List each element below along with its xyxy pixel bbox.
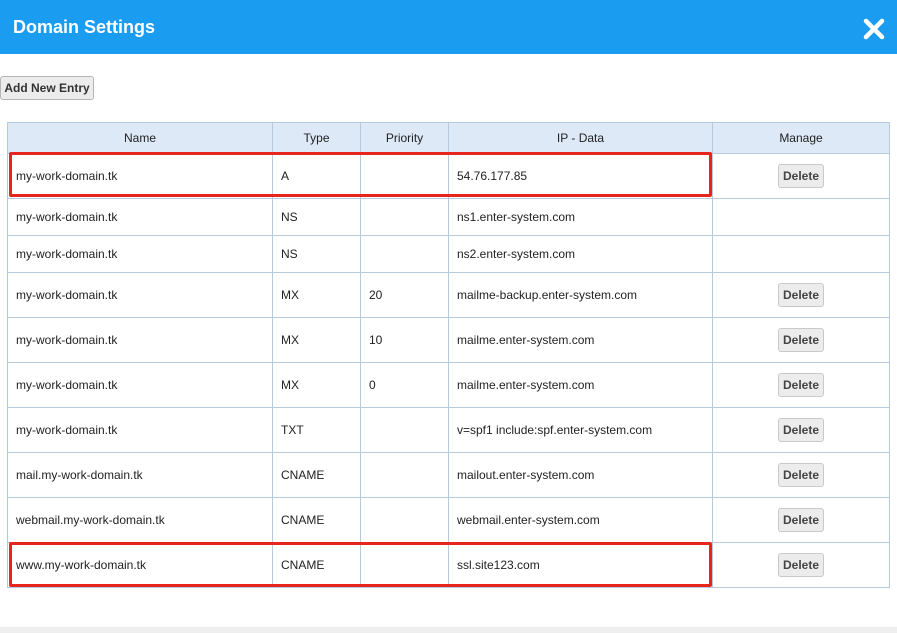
dns-records-table: Name Type Priority IP - Data Manage my-w… (7, 122, 890, 588)
record-type: A (272, 153, 361, 199)
record-manage-cell (712, 235, 890, 273)
record-priority: 20 (360, 272, 449, 318)
delete-button[interactable]: Delete (778, 373, 824, 397)
delete-button[interactable]: Delete (778, 418, 824, 442)
delete-button[interactable]: Delete (778, 283, 824, 307)
delete-button[interactable]: Delete (778, 463, 824, 487)
delete-button[interactable]: Delete (778, 164, 824, 188)
record-type: MX (272, 272, 361, 318)
record-data: mailme.enter-system.com (448, 317, 713, 363)
record-priority (360, 452, 449, 498)
record-manage-cell: Delete (712, 542, 890, 588)
record-manage-cell: Delete (712, 272, 890, 318)
column-header-name: Name (7, 122, 273, 154)
record-data: 54.76.177.85 (448, 153, 713, 199)
column-header-manage: Manage (712, 122, 890, 154)
close-icon[interactable] (862, 17, 886, 41)
delete-button[interactable]: Delete (778, 328, 824, 352)
record-data: v=spf1 include:spf.enter-system.com (448, 407, 713, 453)
record-manage-cell (712, 198, 890, 236)
record-priority (360, 235, 449, 273)
record-data: ns2.enter-system.com (448, 235, 713, 273)
record-priority (360, 542, 449, 588)
record-priority (360, 198, 449, 236)
record-priority (360, 153, 449, 199)
record-name: my-work-domain.tk (7, 153, 273, 199)
record-name: my-work-domain.tk (7, 407, 273, 453)
record-manage-cell: Delete (712, 362, 890, 408)
record-name: mail.my-work-domain.tk (7, 452, 273, 498)
record-type: CNAME (272, 542, 361, 588)
record-name: my-work-domain.tk (7, 235, 273, 273)
record-data: mailme-backup.enter-system.com (448, 272, 713, 318)
record-name: my-work-domain.tk (7, 198, 273, 236)
record-priority: 10 (360, 317, 449, 363)
table-row: my-work-domain.tk TXT v=spf1 include:spf… (7, 407, 890, 453)
record-manage-cell: Delete (712, 153, 890, 199)
record-manage-cell: Delete (712, 452, 890, 498)
record-name: my-work-domain.tk (7, 272, 273, 318)
table-header-row: Name Type Priority IP - Data Manage (7, 122, 890, 154)
table-row: www.my-work-domain.tk CNAME ssl.site123.… (7, 542, 890, 588)
record-priority: 0 (360, 362, 449, 408)
record-manage-cell: Delete (712, 497, 890, 543)
record-data: mailme.enter-system.com (448, 362, 713, 408)
record-manage-cell: Delete (712, 407, 890, 453)
dialog-titlebar: Domain Settings (0, 0, 897, 54)
record-type: NS (272, 235, 361, 273)
record-name: webmail.my-work-domain.tk (7, 497, 273, 543)
dialog-title: Domain Settings (13, 17, 156, 37)
table-row: my-work-domain.tk MX 20 mailme-backup.en… (7, 272, 890, 318)
record-name: www.my-work-domain.tk (7, 542, 273, 588)
delete-button[interactable]: Delete (778, 508, 824, 532)
record-data: ns1.enter-system.com (448, 198, 713, 236)
record-priority (360, 497, 449, 543)
add-new-entry-button[interactable]: Add New Entry (0, 76, 94, 100)
record-manage-cell: Delete (712, 317, 890, 363)
record-priority (360, 407, 449, 453)
record-data: ssl.site123.com (448, 542, 713, 588)
record-name: my-work-domain.tk (7, 362, 273, 408)
table-row: my-work-domain.tk NS ns2.enter-system.co… (7, 235, 890, 273)
record-type: MX (272, 317, 361, 363)
column-header-ip-data: IP - Data (448, 122, 713, 154)
table-row: my-work-domain.tk MX 10 mailme.enter-sys… (7, 317, 890, 363)
column-header-type: Type (272, 122, 361, 154)
table-row: webmail.my-work-domain.tk CNAME webmail.… (7, 497, 890, 543)
record-type: CNAME (272, 452, 361, 498)
record-name: my-work-domain.tk (7, 317, 273, 363)
record-type: MX (272, 362, 361, 408)
record-type: TXT (272, 407, 361, 453)
record-type: CNAME (272, 497, 361, 543)
record-data: webmail.enter-system.com (448, 497, 713, 543)
table-row: my-work-domain.tk MX 0 mailme.enter-syst… (7, 362, 890, 408)
dialog-footer (0, 627, 897, 633)
record-type: NS (272, 198, 361, 236)
record-data: mailout.enter-system.com (448, 452, 713, 498)
column-header-priority: Priority (360, 122, 449, 154)
delete-button[interactable]: Delete (778, 553, 824, 577)
table-row: my-work-domain.tk A 54.76.177.85 Delete (7, 153, 890, 199)
table-row: mail.my-work-domain.tk CNAME mailout.ent… (7, 452, 890, 498)
table-row: my-work-domain.tk NS ns1.enter-system.co… (7, 198, 890, 236)
